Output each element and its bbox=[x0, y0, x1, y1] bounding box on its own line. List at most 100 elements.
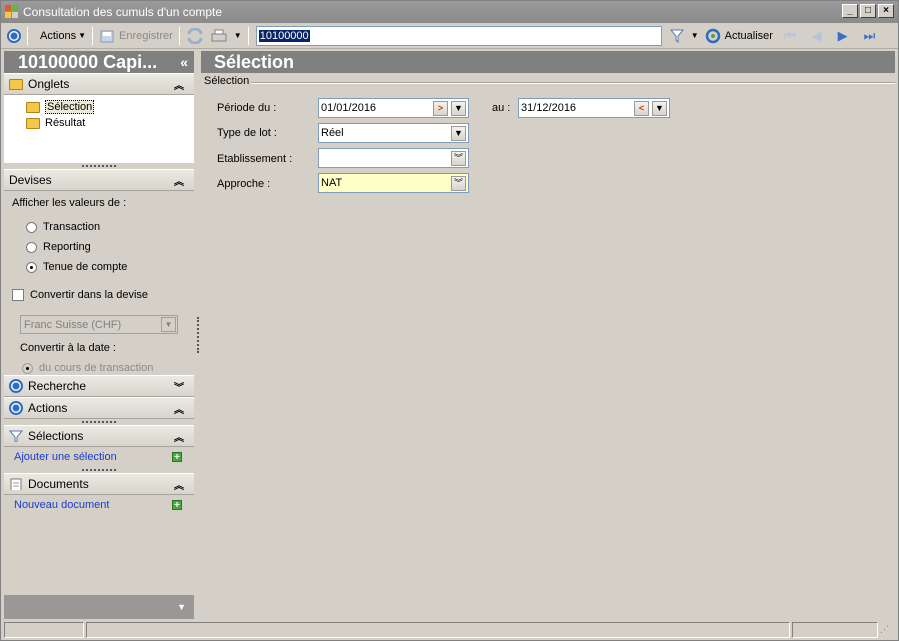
actions-section-header[interactable]: Actions ︽ bbox=[4, 397, 194, 419]
left-panel-header: 10100000 Capi... « bbox=[4, 51, 194, 73]
dropdown-arrow-icon: ▼ bbox=[233, 31, 242, 40]
sync-icon bbox=[187, 27, 203, 44]
chevron-up-icon[interactable]: ︽ bbox=[174, 77, 184, 92]
currency-select[interactable]: Franc Suisse (CHF) ▼ bbox=[20, 315, 178, 334]
resize-grip-icon[interactable]: ⋰ bbox=[880, 624, 892, 636]
radio-button[interactable] bbox=[26, 241, 37, 253]
open-folder-icon bbox=[26, 101, 40, 113]
period-to-input[interactable]: 31/12/2016 < ▼ bbox=[518, 98, 670, 118]
devises-panel: Afficher les valeurs de : Transaction Re… bbox=[4, 191, 194, 375]
status-bar: ⋰ bbox=[1, 620, 898, 640]
app-window: Consultation des cumuls d'un compte _ □ … bbox=[0, 0, 899, 641]
actions-circle-icon bbox=[9, 401, 23, 415]
actions-icon-button[interactable] bbox=[4, 25, 24, 47]
status-cell bbox=[792, 622, 878, 638]
previous-record-button[interactable]: ◀ bbox=[804, 25, 830, 47]
tree-item-resultat[interactable]: Résultat bbox=[4, 115, 194, 131]
plus-icon: + bbox=[172, 452, 182, 463]
actions-menu-button[interactable]: Actions ▼ bbox=[31, 25, 89, 47]
radio-button[interactable] bbox=[26, 261, 37, 273]
print-button[interactable]: ▼ bbox=[207, 25, 245, 47]
toolbar-separator bbox=[178, 26, 180, 45]
radio-button[interactable] bbox=[22, 362, 33, 374]
vertical-splitter[interactable] bbox=[197, 317, 199, 353]
period-to-label: au : bbox=[492, 102, 511, 114]
minimize-button[interactable]: _ bbox=[842, 4, 858, 18]
selections-section-header[interactable]: Sélections ︽ bbox=[4, 425, 194, 447]
recherche-title: Recherche bbox=[28, 379, 87, 393]
devises-section-header[interactable]: Devises ︽ bbox=[4, 169, 194, 191]
last-record-button[interactable]: ⏭ bbox=[856, 25, 884, 47]
page-title: Sélection bbox=[201, 51, 895, 73]
documents-section-header[interactable]: Documents ︽ bbox=[4, 473, 194, 495]
radio-transaction[interactable]: Transaction bbox=[26, 221, 186, 233]
period-from-label: Période du : bbox=[217, 102, 277, 114]
radio-label: du cours de transaction bbox=[39, 362, 154, 374]
filter-icon bbox=[9, 430, 23, 442]
chevron-up-icon[interactable]: ︽ bbox=[174, 401, 184, 416]
panel-overflow-button[interactable]: ▼ bbox=[4, 595, 194, 619]
refresh-button[interactable]: Actualiser bbox=[702, 25, 776, 47]
refresh-icon bbox=[705, 28, 720, 43]
first-record-button[interactable]: ⏮ bbox=[776, 25, 804, 47]
search-circle-icon bbox=[9, 379, 23, 393]
actions-circle-icon bbox=[7, 28, 21, 43]
onglets-section-header[interactable]: Onglets ︽ bbox=[4, 73, 194, 95]
radio-label: Reporting bbox=[43, 241, 91, 253]
dropdown-arrow-icon[interactable]: ▼ bbox=[652, 101, 667, 116]
close-button[interactable]: × bbox=[878, 4, 894, 18]
next-icon: ▶ bbox=[837, 27, 848, 43]
account-search-input[interactable]: 10100000 bbox=[255, 25, 662, 46]
chevron-up-icon[interactable]: ︽ bbox=[174, 429, 184, 444]
first-icon: ⏮ bbox=[783, 27, 796, 43]
radio-transaction-rate[interactable]: du cours de transaction bbox=[22, 362, 186, 374]
date-forward-icon[interactable]: > bbox=[433, 101, 448, 116]
radio-reporting[interactable]: Reporting bbox=[26, 241, 186, 253]
new-document-link[interactable]: Nouveau document + bbox=[4, 495, 194, 515]
batch-type-value: Réel bbox=[321, 127, 344, 139]
double-chevron-down-icon[interactable]: ︾ bbox=[451, 176, 466, 191]
status-cell bbox=[4, 622, 84, 638]
save-button[interactable]: Enregistrer bbox=[96, 25, 176, 47]
refresh-label: Actualiser bbox=[724, 29, 773, 42]
date-back-icon[interactable]: < bbox=[634, 101, 649, 116]
sync-button[interactable] bbox=[183, 25, 207, 47]
add-selection-label: Ajouter une sélection bbox=[14, 451, 117, 463]
search-value: 10100000 bbox=[258, 29, 310, 42]
toolbar-separator bbox=[92, 26, 93, 45]
establishment-select[interactable]: ︾ bbox=[318, 148, 469, 168]
chevron-up-icon[interactable]: ︽ bbox=[174, 173, 184, 188]
radio-button[interactable] bbox=[26, 221, 37, 233]
currency-value: Franc Suisse (CHF) bbox=[24, 318, 122, 331]
record-title: 10100000 Capi... bbox=[18, 51, 158, 72]
filter-icon bbox=[669, 29, 684, 43]
toolbar-separator bbox=[247, 26, 249, 45]
chevron-down-icon[interactable]: ︾ bbox=[174, 379, 184, 394]
chevron-up-icon[interactable]: ︽ bbox=[174, 477, 184, 492]
convert-currency-checkbox[interactable]: Convertir dans la devise bbox=[12, 289, 186, 301]
radio-tenue-de-compte[interactable]: Tenue de compte bbox=[26, 261, 186, 273]
batch-type-label: Type de lot : bbox=[217, 127, 277, 139]
left-panel: 10100000 Capi... « Onglets ︽ Sélection R… bbox=[4, 51, 194, 619]
radio-label: Transaction bbox=[43, 221, 101, 233]
double-chevron-down-icon[interactable]: ︾ bbox=[451, 151, 466, 166]
next-record-button[interactable]: ▶ bbox=[830, 25, 856, 47]
approach-select[interactable]: NAT ︾ bbox=[318, 173, 469, 193]
batch-type-select[interactable]: Réel ▼ bbox=[318, 123, 469, 143]
period-from-value: 01/01/2016 bbox=[321, 102, 377, 114]
dropdown-arrow-icon[interactable]: ▼ bbox=[451, 101, 466, 116]
period-from-input[interactable]: 01/01/2016 > ▼ bbox=[318, 98, 469, 118]
save-icon bbox=[100, 30, 114, 42]
onglets-title: Onglets bbox=[28, 77, 70, 91]
dropdown-arrow-icon[interactable]: ▼ bbox=[451, 126, 466, 141]
document-icon bbox=[10, 478, 22, 490]
add-selection-link[interactable]: Ajouter une sélection + bbox=[4, 447, 194, 467]
collapse-panel-icon[interactable]: « bbox=[180, 54, 188, 70]
selections-title: Sélections bbox=[28, 429, 84, 443]
recherche-section-header[interactable]: Recherche ︾ bbox=[4, 375, 194, 397]
maximize-button[interactable]: □ bbox=[860, 4, 876, 18]
tree-item-selection[interactable]: Sélection bbox=[4, 99, 194, 115]
filter-button[interactable]: ▼ bbox=[666, 25, 702, 47]
previous-icon: ◀ bbox=[811, 27, 822, 43]
checkbox[interactable] bbox=[12, 289, 24, 301]
